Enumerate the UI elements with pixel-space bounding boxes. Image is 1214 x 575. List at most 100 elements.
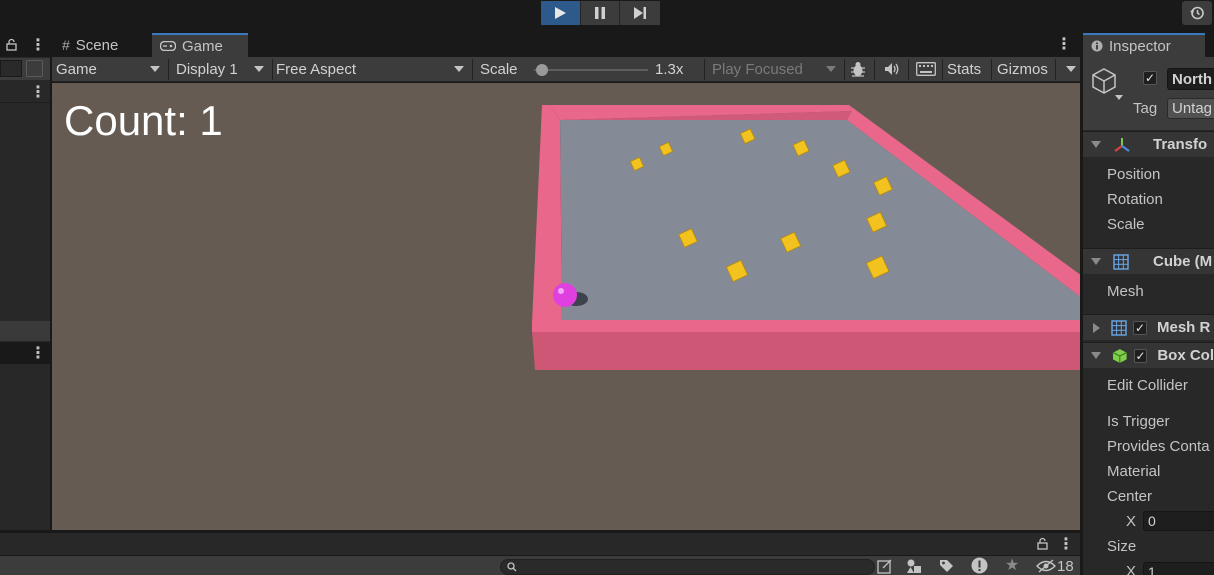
- is-trigger-label: Is Trigger: [1107, 413, 1170, 430]
- cube-icon: [1092, 68, 1116, 94]
- size-x-input[interactable]: 1: [1143, 562, 1214, 575]
- hidden-count: 18: [1057, 558, 1074, 575]
- game-view-toolbar: Game Display 1 Free Aspect Scale 1.3x Pl…: [52, 57, 1080, 82]
- arena-front-wall-face: [532, 332, 1080, 370]
- lock-icon[interactable]: [1037, 537, 1048, 550]
- maximize-icon[interactable]: [26, 60, 43, 77]
- hidden-visibility-icon[interactable]: [1036, 559, 1056, 573]
- scale-slider-thumb[interactable]: [536, 64, 549, 76]
- tab-inspector-label: Inspector: [1109, 37, 1171, 55]
- display-dropdown-label: Display 1: [176, 61, 238, 78]
- history-button[interactable]: [1182, 1, 1212, 25]
- hierarchy-header-row: ⋮: [0, 81, 50, 103]
- type-filter-icon[interactable]: [906, 558, 922, 574]
- lock-icon[interactable]: [6, 38, 17, 51]
- project-search-input[interactable]: [500, 559, 875, 575]
- mesh-filter-header[interactable]: Cube (M: [1083, 248, 1214, 274]
- tab-game-label: Game: [182, 37, 223, 55]
- stats-button[interactable]: Stats: [947, 57, 987, 82]
- mesh-renderer-title: Mesh R: [1157, 319, 1211, 336]
- search-icon: [507, 562, 517, 572]
- project-toolbar: ★ 18: [0, 556, 1080, 575]
- scale-slider[interactable]: [534, 64, 648, 76]
- gizmos-button[interactable]: Gizmos: [997, 57, 1055, 82]
- scene-filter-icon[interactable]: [877, 558, 893, 574]
- object-name-input[interactable]: North: [1167, 68, 1214, 90]
- mesh-label: Mesh: [1107, 283, 1144, 300]
- more-options-icon[interactable]: ⋮: [1058, 534, 1074, 554]
- history-icon: [1190, 6, 1204, 20]
- display-dropdown[interactable]: Display 1: [176, 57, 270, 82]
- chevron-down-icon: [1066, 66, 1076, 72]
- mesh-renderer-header[interactable]: ✓ Mesh R: [1083, 314, 1214, 340]
- step-button[interactable]: [620, 1, 660, 25]
- scale-value: 1.3x: [655, 57, 695, 82]
- scale-label-text: Scale: [480, 61, 518, 78]
- main-toolbar: [0, 0, 1214, 30]
- scale-label: Scale: [480, 57, 526, 82]
- divider: [704, 59, 705, 80]
- mesh-grid-icon: [1113, 253, 1129, 270]
- hierarchy-toolbar: [0, 58, 50, 80]
- box-collider-icon: [1112, 348, 1127, 363]
- scale-value-text: 1.3x: [655, 61, 684, 78]
- chevron-down-icon: [1091, 141, 1101, 148]
- player-ball-highlight: [558, 288, 564, 294]
- more-options-icon[interactable]: ⋮: [30, 343, 46, 363]
- center-x-label: X: [1126, 513, 1137, 530]
- more-options-icon[interactable]: ⋮: [1056, 34, 1072, 54]
- more-options-icon[interactable]: ⋮: [30, 82, 46, 102]
- box-collider-header[interactable]: ✓ Box Col: [1083, 342, 1214, 368]
- game-view-dropdown[interactable]: Game: [56, 57, 166, 82]
- provides-contacts-label: Provides Conta: [1107, 438, 1210, 455]
- project-tab-bar: ⋮: [0, 342, 50, 364]
- aspect-dropdown[interactable]: Free Aspect: [276, 57, 470, 82]
- label-filter-icon[interactable]: [938, 558, 954, 574]
- mesh-renderer-checkbox[interactable]: ✓: [1133, 320, 1147, 335]
- rotation-label: Rotation: [1107, 191, 1163, 208]
- hierarchy-search-input[interactable]: [0, 60, 22, 77]
- size-label: Size: [1107, 538, 1137, 555]
- chevron-down-icon: [1091, 352, 1101, 359]
- tag-dropdown[interactable]: Untag: [1167, 98, 1214, 119]
- audio-icon[interactable]: [884, 62, 900, 76]
- divider: [991, 59, 992, 80]
- box-collider-checkbox[interactable]: ✓: [1133, 348, 1148, 363]
- play-button[interactable]: [541, 1, 581, 25]
- inspector-tab-bar: Inspector: [1083, 33, 1214, 57]
- more-options-icon[interactable]: ⋮: [30, 35, 46, 55]
- tab-inspector[interactable]: Inspector: [1083, 33, 1205, 57]
- grid-icon: #: [62, 37, 70, 53]
- count-text: Count: 1: [64, 97, 223, 144]
- tab-scene[interactable]: # Scene: [54, 33, 150, 57]
- divider: [272, 59, 273, 80]
- active-checkbox[interactable]: ✓: [1143, 71, 1157, 85]
- material-label: Material: [1107, 463, 1161, 480]
- step-icon: [634, 7, 647, 19]
- panel-splitter[interactable]: [1080, 33, 1083, 575]
- edit-collider-button[interactable]: Edit Collider: [1083, 377, 1214, 394]
- hierarchy-selected-row[interactable]: [0, 321, 50, 341]
- warning-filter-icon[interactable]: [971, 557, 988, 574]
- bug-icon[interactable]: [849, 60, 867, 78]
- size-x-label: X: [1126, 563, 1137, 575]
- play-focused-dropdown[interactable]: Play Focused: [712, 57, 842, 82]
- center-x-input[interactable]: 0: [1143, 511, 1214, 531]
- chevron-down-icon: [454, 66, 464, 72]
- divider: [1055, 59, 1056, 80]
- scale-field-label: Scale: [1107, 216, 1145, 233]
- project-tab-bar-bottom: ⋮: [0, 533, 1080, 555]
- pause-button[interactable]: [580, 1, 621, 25]
- game-viewport[interactable]: Count: 1: [52, 83, 1080, 530]
- game-scene-render: [532, 105, 1080, 370]
- transform-header[interactable]: Transfo: [1083, 131, 1214, 157]
- chevron-down-icon: [254, 66, 264, 72]
- tab-game[interactable]: Game: [152, 33, 248, 57]
- gizmos-dropdown[interactable]: [1058, 57, 1080, 82]
- chevron-down-icon[interactable]: [1115, 95, 1123, 100]
- aspect-dropdown-label: Free Aspect: [276, 61, 357, 78]
- game-view-dropdown-label: Game: [56, 61, 97, 78]
- tag-label: Tag: [1133, 100, 1158, 117]
- keyboard-icon[interactable]: [916, 62, 936, 76]
- favorite-star-icon[interactable]: ★: [1005, 555, 1019, 575]
